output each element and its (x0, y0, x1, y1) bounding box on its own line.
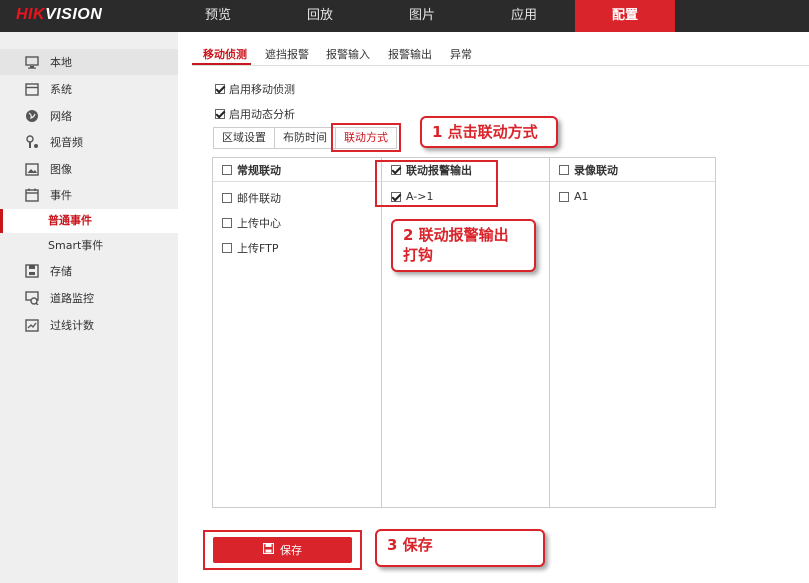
enable-motion-label: 启用移动侦测 (229, 83, 295, 96)
highlight-alarm-output (375, 160, 498, 207)
record-a1-label: A1 (574, 190, 589, 203)
normal-linkage-header[interactable]: 常规联动 (213, 158, 381, 182)
sidebar-item-label: 事件 (50, 189, 72, 202)
tab-motion-detection[interactable]: 移动侦测 (203, 46, 247, 62)
sidebar-item-network[interactable]: 网络 (0, 103, 178, 129)
normal-linkage-column: 常规联动 邮件联动 上传中心 上传FTP (213, 158, 381, 507)
highlight-linkage-step (331, 123, 401, 152)
linkage-table: 常规联动 邮件联动 上传中心 上传FTP 联动报警输出 A->1 录像联动 A1 (212, 157, 716, 508)
step-area-settings[interactable]: 区域设置 (213, 127, 275, 149)
sidebar-item-local[interactable]: 本地 (0, 49, 178, 75)
active-tab-indicator (192, 63, 251, 65)
nav-application[interactable]: 应用 (474, 0, 574, 32)
tab-exception[interactable]: 异常 (450, 46, 472, 62)
sidebar-item-label: 图像 (50, 163, 72, 176)
logo-text-vision: VISION (45, 6, 103, 23)
sidebar-item-label: 视音频 (50, 136, 83, 149)
sidebar-item-audio-video[interactable]: 视音频 (0, 129, 178, 155)
sidebar-item-system[interactable]: 系统 (0, 76, 178, 102)
sidebar-item-label: 存储 (50, 265, 72, 278)
monitor-icon (24, 54, 40, 70)
enable-dynamic-checkbox[interactable] (215, 109, 225, 119)
enable-motion-checkbox[interactable] (215, 84, 225, 94)
list-item[interactable]: A1 (559, 190, 589, 203)
storage-icon (24, 263, 40, 279)
list-item[interactable]: 邮件联动 (222, 190, 281, 206)
sidebar-item-image[interactable]: 图像 (0, 156, 178, 182)
record-linkage-label: 录像联动 (574, 163, 618, 177)
sidebar: 本地 系统 网络 视音频 图像 事件 普通事件 Smart事件 存储 道路监控 … (0, 32, 178, 583)
sidebar-item-label: 本地 (50, 56, 72, 69)
record-linkage-checkbox[interactable] (559, 164, 569, 175)
nav-playback[interactable]: 回放 (270, 0, 370, 32)
upload-center-checkbox[interactable] (222, 218, 232, 228)
enable-dynamic-label: 启用动态分析 (229, 108, 295, 121)
sidebar-item-storage[interactable]: 存储 (0, 258, 178, 284)
alarm-output-column: 联动报警输出 A->1 (382, 158, 549, 507)
sidebar-item-label: 过线计数 (50, 319, 94, 332)
tab-alarm-output[interactable]: 报警输出 (388, 46, 432, 62)
road-monitor-icon (24, 290, 40, 306)
step-arming-schedule[interactable]: 布防时间 (274, 127, 336, 149)
nav-picture[interactable]: 图片 (372, 0, 472, 32)
upload-ftp-label: 上传FTP (237, 242, 279, 255)
nav-configuration[interactable]: 配置 (575, 0, 675, 32)
callout-step3: 3 保存 (375, 529, 545, 567)
calendar-icon (24, 187, 40, 203)
sidebar-item-label: 系统 (50, 83, 72, 96)
highlight-save-button (203, 530, 362, 570)
event-subtabs: 移动侦测 遮挡报警 报警输入 报警输出 异常 (192, 44, 809, 66)
line-count-icon (24, 317, 40, 333)
image-icon (24, 161, 40, 177)
record-linkage-column: 录像联动 A1 (550, 158, 715, 507)
tab-tamper-alarm[interactable]: 遮挡报警 (265, 46, 309, 62)
callout-step1: 1 点击联动方式 (420, 116, 558, 148)
email-linkage-label: 邮件联动 (237, 192, 281, 205)
normal-linkage-checkbox[interactable] (222, 164, 232, 175)
enable-dynamic-row[interactable]: 启用动态分析 (215, 106, 295, 122)
sidebar-item-road-monitor[interactable]: 道路监控 (0, 285, 178, 311)
sidebar-item-label: 网络 (50, 110, 72, 123)
sidebar-item-line-count[interactable]: 过线计数 (0, 312, 178, 338)
list-item[interactable]: 上传FTP (222, 240, 279, 256)
sidebar-subitem-normal-event[interactable]: 普通事件 (0, 209, 178, 233)
brand-logo: HIKVISION (16, 6, 102, 24)
sidebar-item-label: 道路监控 (50, 292, 94, 305)
logo-text-hik: HIK (16, 6, 46, 23)
top-bar: HIKVISION 预览 回放 图片 应用 配置 (0, 0, 809, 32)
callout-step2-line1: 2 联动报警输出 (403, 226, 509, 244)
email-linkage-checkbox[interactable] (222, 193, 232, 203)
upload-ftp-checkbox[interactable] (222, 243, 232, 253)
nav-preview[interactable]: 预览 (168, 0, 268, 32)
record-a1-checkbox[interactable] (559, 191, 569, 202)
callout-step2: 2 联动报警输出 打钩 (391, 219, 536, 272)
enable-motion-row[interactable]: 启用移动侦测 (215, 81, 295, 97)
callout-step2-line2: 打钩 (403, 246, 434, 264)
system-icon (24, 81, 40, 97)
record-linkage-header[interactable]: 录像联动 (550, 158, 715, 182)
tab-alarm-input[interactable]: 报警输入 (326, 46, 370, 62)
audio-video-icon (24, 134, 40, 150)
sidebar-subitem-smart-event[interactable]: Smart事件 (0, 234, 178, 258)
upload-center-label: 上传中心 (237, 217, 281, 230)
list-item[interactable]: 上传中心 (222, 215, 281, 231)
globe-icon (24, 108, 40, 124)
normal-linkage-label: 常规联动 (237, 163, 281, 177)
sidebar-item-event[interactable]: 事件 (0, 182, 178, 208)
